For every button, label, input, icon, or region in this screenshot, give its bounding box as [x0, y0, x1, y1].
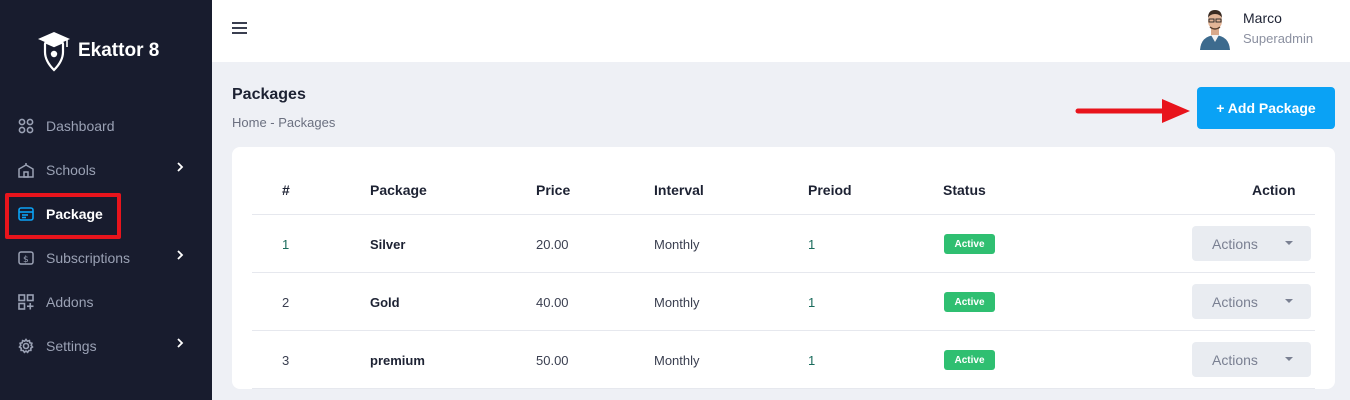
sidebar-item-label: Schools [46, 162, 96, 178]
package-name: premium [370, 353, 425, 368]
column-header-period: Preiod [808, 182, 852, 198]
package-price: 40.00 [536, 295, 569, 310]
column-header-number: # [282, 182, 290, 198]
avatar[interactable] [1198, 6, 1232, 50]
gear-icon [17, 337, 35, 355]
table-divider [252, 272, 1315, 273]
package-period: 1 [808, 237, 816, 252]
user-role: Superadmin [1243, 31, 1314, 46]
status-badge: Active [944, 234, 995, 254]
package-interval: Monthly [654, 353, 700, 368]
column-header-action: Action [1252, 182, 1296, 198]
user-name: Marco [1243, 10, 1282, 26]
column-header-interval: Interval [654, 182, 704, 198]
school-icon [17, 161, 35, 179]
top-header: Marco Superadmin [212, 0, 1350, 62]
column-header-price: Price [536, 182, 571, 198]
grid-icon [17, 117, 35, 135]
sidebar-item-label: Settings [46, 338, 97, 354]
annotation-arrow-icon [1075, 99, 1190, 123]
package-price: 20.00 [536, 237, 569, 252]
package-name: Gold [370, 295, 400, 310]
add-package-button[interactable]: + Add Package [1197, 87, 1335, 129]
table-divider [252, 330, 1315, 331]
subscription-icon: $ [17, 249, 35, 267]
column-header-status: Status [943, 182, 986, 198]
actions-label: Actions [1212, 235, 1258, 252]
package-price: 50.00 [536, 353, 569, 368]
addons-icon [17, 293, 35, 311]
actions-dropdown-button[interactable]: Actions [1192, 342, 1311, 377]
row-number: 3 [282, 353, 290, 368]
brand[interactable]: Ekattor 8 [36, 30, 159, 72]
hamburger-menu-icon[interactable] [232, 21, 248, 35]
chevron-right-icon [177, 162, 184, 172]
sidebar-item-settings[interactable]: Settings [0, 324, 212, 368]
chevron-right-icon [177, 338, 184, 348]
sidebar-item-label: Addons [46, 294, 94, 310]
status-badge: Active [944, 292, 995, 312]
actions-label: Actions [1212, 351, 1258, 368]
sidebar-item-dashboard[interactable]: Dashboard [0, 104, 212, 148]
sidebar-item-schools[interactable]: Schools [0, 148, 212, 192]
annotation-highlight-box [5, 193, 121, 239]
svg-text:$: $ [23, 255, 29, 265]
status-badge: Active [944, 350, 995, 370]
row-number: 1 [282, 237, 290, 252]
package-name: Silver [370, 237, 406, 252]
sidebar-item-label: Subscriptions [46, 250, 131, 266]
package-interval: Monthly [654, 237, 700, 252]
caret-down-icon [1285, 357, 1293, 361]
package-period: 1 [808, 295, 816, 310]
sidebar-item-subscriptions[interactable]: $ Subscriptions [0, 236, 212, 280]
table-divider [252, 214, 1315, 215]
package-period: 1 [808, 353, 816, 368]
package-interval: Monthly [654, 295, 700, 310]
column-header-package: Package [370, 182, 427, 198]
graduation-pin-logo-icon [38, 32, 70, 72]
caret-down-icon [1285, 299, 1293, 303]
table-divider [252, 388, 1315, 389]
page-title: Packages [232, 86, 306, 103]
brand-name: Ekattor 8 [78, 40, 160, 61]
actions-dropdown-button[interactable]: Actions [1192, 226, 1311, 261]
row-number: 2 [282, 295, 290, 310]
chevron-right-icon [177, 250, 184, 260]
caret-down-icon [1285, 241, 1293, 245]
actions-label: Actions [1212, 293, 1258, 310]
sidebar-item-addons[interactable]: Addons [0, 280, 212, 324]
actions-dropdown-button[interactable]: Actions [1192, 284, 1311, 319]
breadcrumb[interactable]: Home - Packages [232, 115, 335, 130]
sidebar-item-label: Dashboard [46, 118, 115, 134]
